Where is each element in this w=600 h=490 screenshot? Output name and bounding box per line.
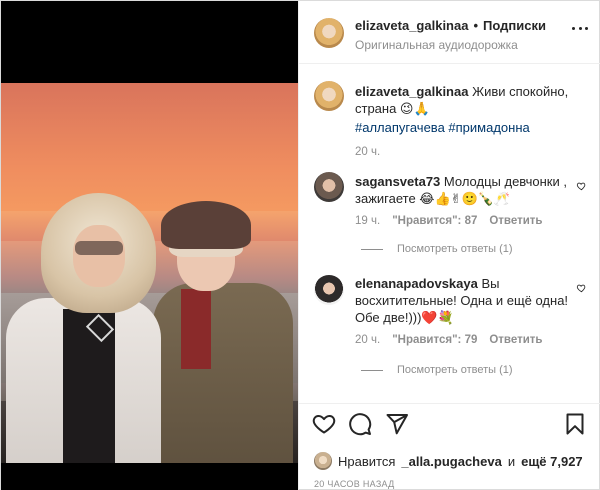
liker-username[interactable]: _alla.pugacheva: [401, 454, 501, 469]
likes-count[interactable]: ещё 7,927: [521, 454, 583, 469]
actions-bar: Нравится _alla.pugacheva и ещё 7,927 20 …: [299, 403, 600, 490]
comment-item: elenanapadovskaya Вы восхитительные! Одн…: [355, 275, 583, 346]
header-title-row: elizaveta_galkinaa • Подписки: [355, 18, 546, 33]
replies-line: [361, 369, 383, 371]
post-timestamp[interactable]: 20 ЧАСОВ НАЗАД: [314, 479, 395, 489]
post-photo[interactable]: [1, 83, 298, 463]
comment-heart-icon[interactable]: [576, 181, 587, 191]
replies-line: [361, 248, 383, 250]
view-replies-label[interactable]: Посмотреть ответы (1): [397, 243, 513, 255]
reply-button[interactable]: Ответить: [489, 215, 542, 227]
follow-button[interactable]: Подписки: [483, 18, 546, 33]
liker-avatar[interactable]: [314, 452, 332, 470]
author-avatar[interactable]: [314, 18, 344, 48]
bookmark-icon[interactable]: [563, 412, 587, 436]
sunglasses: [75, 241, 123, 255]
post: elizaveta_galkinaa • Подписки Оригинальн…: [0, 0, 600, 490]
view-replies-label[interactable]: Посмотреть ответы (1): [397, 364, 513, 376]
comment-time[interactable]: 19 ч.: [355, 215, 380, 227]
author-username[interactable]: elizaveta_galkinaa: [355, 18, 468, 33]
comment-time[interactable]: 20 ч.: [355, 334, 380, 346]
heart-icon[interactable]: [312, 412, 336, 436]
comment-username[interactable]: sagansveta73: [355, 174, 440, 189]
likes-summary: Нравится _alla.pugacheva и ещё 7,927: [314, 452, 583, 470]
comment-heart-icon[interactable]: [576, 283, 587, 293]
comment-icon[interactable]: [348, 412, 372, 436]
hat: [161, 201, 251, 249]
comment-username[interactable]: elenanapadovskaya: [355, 276, 478, 291]
post-header: elizaveta_galkinaa • Подписки Оригинальн…: [299, 1, 600, 64]
comment-likes[interactable]: "Нравится": 87: [392, 215, 477, 227]
reply-button[interactable]: Ответить: [489, 334, 542, 346]
scarf: [181, 289, 211, 369]
post-panel: elizaveta_galkinaa • Подписки Оригинальн…: [298, 1, 600, 490]
caption-time[interactable]: 20 ч.: [355, 146, 380, 158]
caption-hashtags[interactable]: #аллапугачева #примадонна: [355, 119, 583, 136]
caption: elizaveta_galkinaa Живи спокойно, страна…: [355, 83, 583, 158]
view-replies[interactable]: Посмотреть ответы (1): [361, 243, 513, 255]
comment-avatar[interactable]: [314, 275, 344, 305]
likes-middle: и: [507, 453, 516, 469]
more-icon[interactable]: [572, 27, 588, 31]
view-replies[interactable]: Посмотреть ответы (1): [361, 364, 513, 376]
post-media[interactable]: [1, 1, 298, 490]
separator-dot: •: [473, 18, 479, 33]
caption-username[interactable]: elizaveta_galkinaa: [355, 84, 468, 99]
comment-item: sagansveta73 Молодцы девчонки , зажигает…: [355, 173, 577, 227]
person-left-face: [73, 225, 125, 287]
audio-label[interactable]: Оригинальная аудиодорожка: [355, 38, 518, 52]
likes-prefix: Нравится: [338, 453, 396, 469]
comments-section: elizaveta_galkinaa Живи спокойно, страна…: [299, 65, 600, 403]
caption-avatar[interactable]: [314, 81, 344, 111]
person-right-body: [153, 283, 293, 463]
send-icon[interactable]: [385, 412, 409, 436]
comment-avatar[interactable]: [314, 172, 344, 202]
comment-likes[interactable]: "Нравится": 79: [392, 334, 477, 346]
